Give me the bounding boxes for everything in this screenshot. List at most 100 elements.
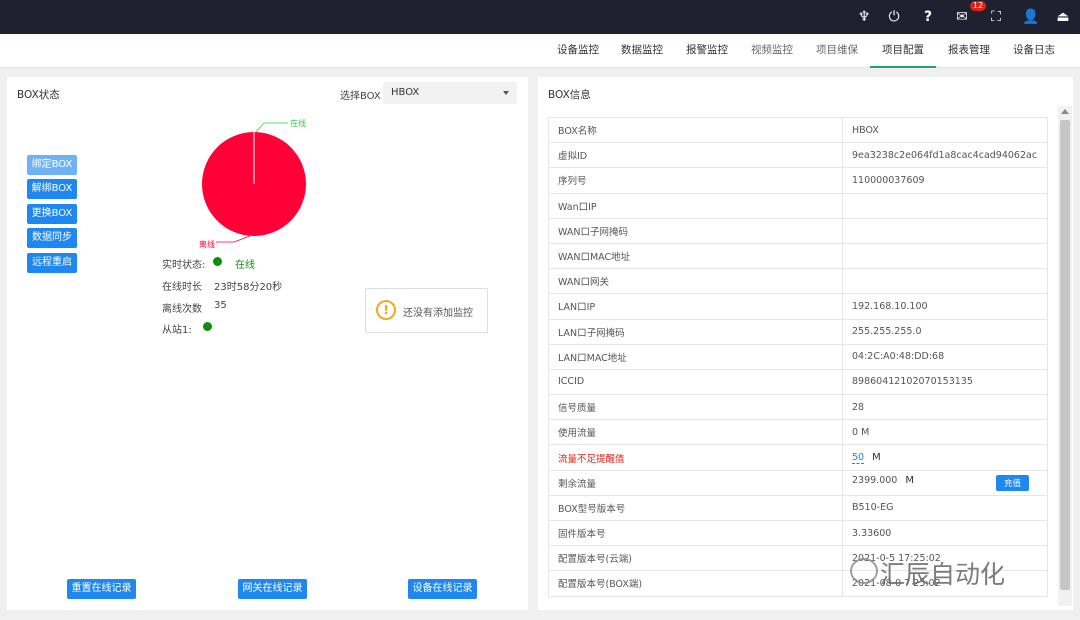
table-row: Wan口IP <box>548 192 1048 219</box>
data-sync-button[interactable]: 数据同步 <box>27 228 77 248</box>
online-status-dot <box>213 257 222 266</box>
row-value: 3.33600 <box>852 527 892 539</box>
row-value-cell <box>842 268 1048 295</box>
reset-online-record-button[interactable]: 重置在线记录 <box>67 579 136 599</box>
row-value-cell <box>842 192 1048 219</box>
recharge-button[interactable]: 充值 <box>995 474 1029 491</box>
logout-icon[interactable]: ⏏ <box>1055 9 1071 25</box>
select-box-label: 选择BOX <box>340 91 381 102</box>
table-row: WAN口MAC地址 <box>548 242 1048 270</box>
offline-count-value: 35 <box>214 300 227 311</box>
row-value-cell: 04:2C:A0:48:DD:68 <box>842 343 1048 370</box>
table-row: 虚拟ID 9ea3238c2e064fd1a8cac4cad94062ac <box>548 142 1048 169</box>
row-key: LAN口IP <box>548 293 843 320</box>
device-online-record-button[interactable]: 设备在线记录 <box>408 579 477 599</box>
monitor-alarm-icon[interactable]: ♆ <box>856 9 872 25</box>
row-value-cell <box>842 242 1048 270</box>
row-unit: M <box>872 452 881 464</box>
table-row: 固件版本号 3.33600 <box>548 519 1048 547</box>
slave-station-label: 从站1: <box>162 325 192 336</box>
top-bar: ♆ ⏻ ? ✉ 12 ⛶ 👤 ⏏ <box>0 0 1080 34</box>
bind-box-button[interactable]: 绑定BOX <box>27 155 77 175</box>
row-key: BOX名称 <box>548 116 843 144</box>
row-key: 固件版本号 <box>548 519 843 547</box>
row-value: 192.168.10.100 <box>852 300 928 312</box>
row-key: 序列号 <box>548 167 843 194</box>
empty-monitor-notice: ! 还没有添加监控 <box>365 288 488 333</box>
online-status-pie <box>202 122 306 243</box>
table-row: WAN口子网掩码 <box>548 217 1048 244</box>
row-key: 流量不足提醒值 <box>548 444 843 471</box>
table-row: LAN口MAC地址 04:2C:A0:48:DD:68 <box>548 343 1048 370</box>
table-row: BOX型号版本号 B510-EG <box>548 494 1048 522</box>
scroll-up-icon[interactable] <box>1061 109 1069 114</box>
table-row: WAN口网关 <box>548 268 1048 295</box>
row-value-cell: B510-EG <box>842 494 1048 522</box>
main-nav: 设备监控 数据监控 报警监控 视频监控 项目维保 项目配置 报表管理 设备日志 <box>0 34 1080 68</box>
replace-box-button[interactable]: 更换BOX <box>27 204 77 224</box>
row-key: 使用流量 <box>548 419 843 446</box>
online-duration-value: 23时58分20秒 <box>214 282 283 293</box>
table-row: 剩余流量 2399.000 M 充值 <box>548 469 1048 496</box>
row-value-cell: 9ea3238c2e064fd1a8cac4cad94062ac <box>842 142 1048 169</box>
unbind-box-button[interactable]: 解绑BOX <box>27 179 77 199</box>
table-row: 信号质量 28 <box>548 394 1048 421</box>
row-unit: M <box>905 474 914 486</box>
tab-video-monitor[interactable]: 视频监控 <box>744 34 800 68</box>
remote-restart-button[interactable]: 远程重启 <box>27 253 77 273</box>
row-key: WAN口MAC地址 <box>548 242 843 270</box>
tab-project-config[interactable]: 项目配置 <box>870 34 936 68</box>
table-row: LAN口子网掩码 255.255.255.0 <box>548 318 1048 345</box>
offline-count-label: 离线次数 <box>162 304 202 315</box>
row-value: 04:2C:A0:48:DD:68 <box>852 351 945 363</box>
row-value: B510-EG <box>852 502 894 514</box>
row-value: 2399.000 <box>852 474 898 486</box>
tab-data-monitor[interactable]: 数据监控 <box>614 34 670 68</box>
row-value-cell <box>842 217 1048 244</box>
row-value: 0 M <box>852 426 870 438</box>
row-value-cell: 89860412102070153135 <box>842 368 1048 396</box>
wechat-icon <box>850 558 878 584</box>
pie-label-online: 在线 <box>290 119 306 128</box>
fullscreen-icon[interactable]: ⛶ <box>988 9 1004 25</box>
row-value[interactable]: 50 <box>852 452 865 465</box>
realtime-status-value: 在线 <box>235 260 255 271</box>
power-icon[interactable]: ⏻ <box>886 9 902 25</box>
online-duration-label: 在线时长 <box>162 282 202 293</box>
row-value: 89860412102070153135 <box>852 376 973 388</box>
tab-device-monitor[interactable]: 设备监控 <box>550 34 606 68</box>
pie-offline-leader-line <box>216 235 251 243</box>
row-value-cell: 0 M <box>842 419 1048 446</box>
tab-alarm-monitor[interactable]: 报警监控 <box>679 34 735 68</box>
row-key: 信号质量 <box>548 394 843 421</box>
warning-icon: ! <box>376 300 396 320</box>
row-key: WAN口网关 <box>548 268 843 295</box>
gateway-online-record-button[interactable]: 网关在线记录 <box>238 579 307 599</box>
table-row: LAN口IP 192.168.10.100 <box>548 293 1048 320</box>
box-select[interactable]: HBOX <box>383 82 517 104</box>
tab-project-maintenance[interactable]: 项目维保 <box>809 34 865 68</box>
row-value-cell: 3.33600 <box>842 519 1048 547</box>
scrollbar-thumb[interactable] <box>1060 120 1070 590</box>
row-value: 28 <box>852 401 865 413</box>
row-value: 255.255.255.0 <box>852 326 922 338</box>
help-icon[interactable]: ? <box>920 9 936 25</box>
row-value: 110000037609 <box>852 174 925 186</box>
empty-monitor-text: 还没有添加监控 <box>403 308 473 319</box>
row-value-cell: 255.255.255.0 <box>842 318 1048 345</box>
table-row: 序列号 110000037609 <box>548 167 1048 194</box>
row-key: BOX型号版本号 <box>548 494 843 522</box>
table-row: 流量不足提醒值 50 M <box>548 444 1048 471</box>
tab-report-management[interactable]: 报表管理 <box>941 34 997 68</box>
row-value-cell: HBOX <box>842 116 1048 144</box>
row-key: 虚拟ID <box>548 142 843 169</box>
mail-icon[interactable]: ✉ <box>954 9 970 25</box>
slave-status-dot <box>203 322 212 331</box>
row-value-cell: 2399.000 M 充值 <box>842 469 1048 496</box>
user-icon[interactable]: 👤 <box>1022 9 1039 25</box>
tab-device-log[interactable]: 设备日志 <box>1006 34 1062 68</box>
row-key: 配置版本号(BOX端) <box>548 570 843 597</box>
row-value-cell: 192.168.10.100 <box>842 293 1048 320</box>
scrollbar[interactable] <box>1058 106 1072 606</box>
row-key: Wan口IP <box>548 192 843 219</box>
